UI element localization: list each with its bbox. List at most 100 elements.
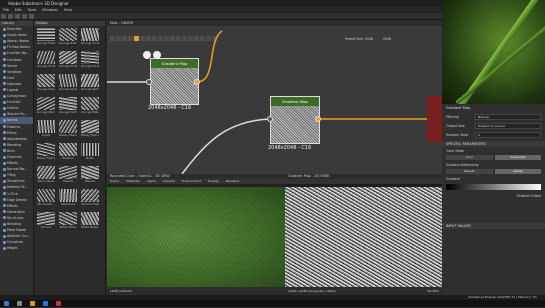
library-thumbnails: Noises Grunge Plast...Grunge Rust fineGr… — [34, 21, 106, 295]
thumbnail-item[interactable]: Grunge Rust fine — [59, 28, 77, 50]
thumbnail-item[interactable]: Messy Fibers 1 — [59, 120, 77, 142]
thumbnail-label: Noise — [86, 156, 94, 160]
category-icon — [3, 45, 6, 49]
graph-view[interactable]: New - GRAPH Parent Size: 2048 2048 Gradi… — [107, 21, 442, 174]
thumbnail-item[interactable]: Grunge Spots — [59, 74, 77, 96]
thumbnail-item[interactable]: Perlin Noise — [37, 166, 55, 188]
thumbnail-item[interactable]: Plasma — [59, 166, 77, 188]
menu-renderer[interactable]: Renderer — [226, 179, 240, 184]
undo-icon[interactable] — [22, 14, 27, 19]
thumbnail-item[interactable]: Grunge Vertical — [59, 97, 77, 119]
category-icon — [3, 149, 6, 153]
thumbnail-item[interactable]: Grunge Spots Dirty — [81, 74, 99, 96]
save-icon[interactable] — [15, 14, 20, 19]
thumbnail-item[interactable]: Grunge Wall... — [81, 97, 99, 119]
library-panel: Library Favorites Graph Items Atomic Nodes… — [0, 21, 34, 295]
thumbnail-label: Grunge Scratch... — [81, 64, 99, 68]
library-item-label: Height — [7, 246, 18, 251]
grayscale-option[interactable]: Grayscale — [494, 155, 541, 160]
category-icon — [3, 106, 6, 110]
thumbnail-item[interactable]: Grunge Shavings — [37, 74, 55, 96]
menu-lights[interactable]: Lights — [147, 179, 156, 184]
repeat-option[interactable]: Repeat — [446, 169, 493, 174]
filtering-field[interactable]: Bilinear — [475, 113, 541, 120]
thumbnail-item[interactable]: White Noise Fast — [81, 212, 99, 234]
zoom-level[interactable]: 50.00% — [428, 287, 439, 295]
3d-view[interactable]: Rounded Cube - OpenGL - 3D VIEW Scene Ma… — [107, 174, 288, 295]
3d-preview-mesh[interactable] — [107, 187, 285, 287]
menu-file[interactable]: File — [3, 8, 9, 12]
menu-scene[interactable]: Scene — [110, 179, 119, 184]
thumbnail-image — [37, 189, 55, 202]
thumbnail-item[interactable]: Grunge Scratch... — [81, 28, 99, 50]
open-icon[interactable] — [8, 14, 13, 19]
thumbnail-item[interactable]: Plasma — [81, 166, 99, 188]
2d-texture-preview[interactable] — [285, 187, 442, 287]
color-space[interactable]: sRGB (default) — [107, 287, 288, 295]
explorer-icon[interactable] — [30, 301, 35, 306]
library-item-label: Noises — [7, 118, 18, 123]
library-item[interactable]: Height — [0, 245, 33, 251]
output-port[interactable] — [194, 79, 200, 85]
thumbnail-item[interactable]: White Noise — [59, 212, 77, 234]
thumbnail-item[interactable]: Voronoi Fractal — [81, 189, 99, 211]
thumbnail-item[interactable]: Liquid — [37, 120, 55, 142]
redo-icon[interactable] — [29, 14, 34, 19]
gradient-editor-button[interactable]: Gradient Editor — [517, 194, 541, 198]
menu-tools[interactable]: Tools — [28, 8, 37, 12]
menu-environment[interactable]: Environment — [182, 179, 201, 184]
thumbnail-item[interactable]: Voronoi — [37, 212, 55, 234]
search-icon[interactable] — [17, 301, 22, 306]
library-item-label: Generators — [7, 209, 25, 214]
thumbnail-label: Grunge Scratch... — [37, 64, 55, 68]
gradient-map-node-1[interactable]: Gradient Map — [150, 58, 199, 105]
new-icon[interactable] — [1, 14, 6, 19]
category-icon — [3, 27, 6, 31]
thumbnail-item[interactable]: 3D Caustic... — [37, 189, 55, 211]
thumbnail-item[interactable]: Messy Fibers 3 — [37, 143, 55, 165]
output-node[interactable] — [427, 96, 442, 142]
thumbnail-item[interactable]: Grunge Scratch... — [37, 51, 55, 73]
thumbnail-label: Messy Fibers 2 — [81, 133, 99, 137]
thumbnail-image — [81, 74, 99, 87]
thumbnail-image — [59, 74, 77, 87]
2d-view[interactable]: Gradient Map - 2D VIEW 2048 x 2048 (Gray… — [285, 174, 445, 295]
menu-materials[interactable]: Materials — [126, 179, 140, 184]
thumbnail-label: Grunge Rust fine — [59, 41, 77, 45]
menu-edit[interactable]: Edit — [15, 8, 22, 12]
app-icon[interactable] — [56, 301, 61, 306]
color-option[interactable]: Color — [446, 155, 493, 160]
thumbnail-item[interactable]: Messy Fibers 2 — [81, 120, 99, 142]
thumbnail-item[interactable]: Moisture — [59, 143, 77, 165]
input-port[interactable] — [146, 79, 152, 85]
output-port[interactable] — [315, 116, 321, 122]
thumbnail-image — [37, 120, 55, 133]
output-size-field[interactable]: Relative to parent — [475, 122, 541, 129]
thumbnail-label: Grunge Shavings — [37, 87, 55, 91]
library-item-label: Blurs — [7, 148, 16, 153]
library-item-label: Patterns — [7, 124, 21, 129]
clamp-option[interactable]: Clamp — [494, 169, 541, 174]
menu-display[interactable]: Display — [208, 179, 219, 184]
menu-camera[interactable]: Camera — [163, 179, 175, 184]
input-port[interactable] — [267, 116, 273, 122]
thumbnail-item[interactable]: Reference — [59, 189, 77, 211]
browser-icon[interactable] — [43, 301, 48, 306]
thumbnail-item[interactable]: Grunge Scratch... — [81, 51, 99, 73]
gradient-map-node-2[interactable]: Gradient Map — [270, 96, 320, 144]
thumbnail-item[interactable]: Grunge Scratch... — [59, 51, 77, 73]
thumbnail-label: Reference — [60, 202, 76, 206]
material-preview — [442, 0, 545, 104]
thumbnail-item[interactable]: Grunge Plast... — [37, 28, 55, 50]
random-seed-field[interactable]: 0 — [475, 131, 541, 138]
gradient-bar[interactable] — [446, 184, 541, 190]
menu-windows[interactable]: Windows — [42, 8, 58, 12]
thumbnail-image — [59, 120, 77, 133]
start-icon[interactable] — [4, 301, 9, 306]
input-values-header[interactable]: INPUT VALUES — [442, 223, 545, 229]
thumbnail-item[interactable]: Grunge Stains — [37, 97, 55, 119]
menu-help[interactable]: Help — [64, 8, 72, 12]
category-icon — [3, 64, 6, 68]
library-item-label: Cast — [7, 75, 15, 80]
thumbnail-item[interactable]: Noise — [81, 143, 99, 165]
